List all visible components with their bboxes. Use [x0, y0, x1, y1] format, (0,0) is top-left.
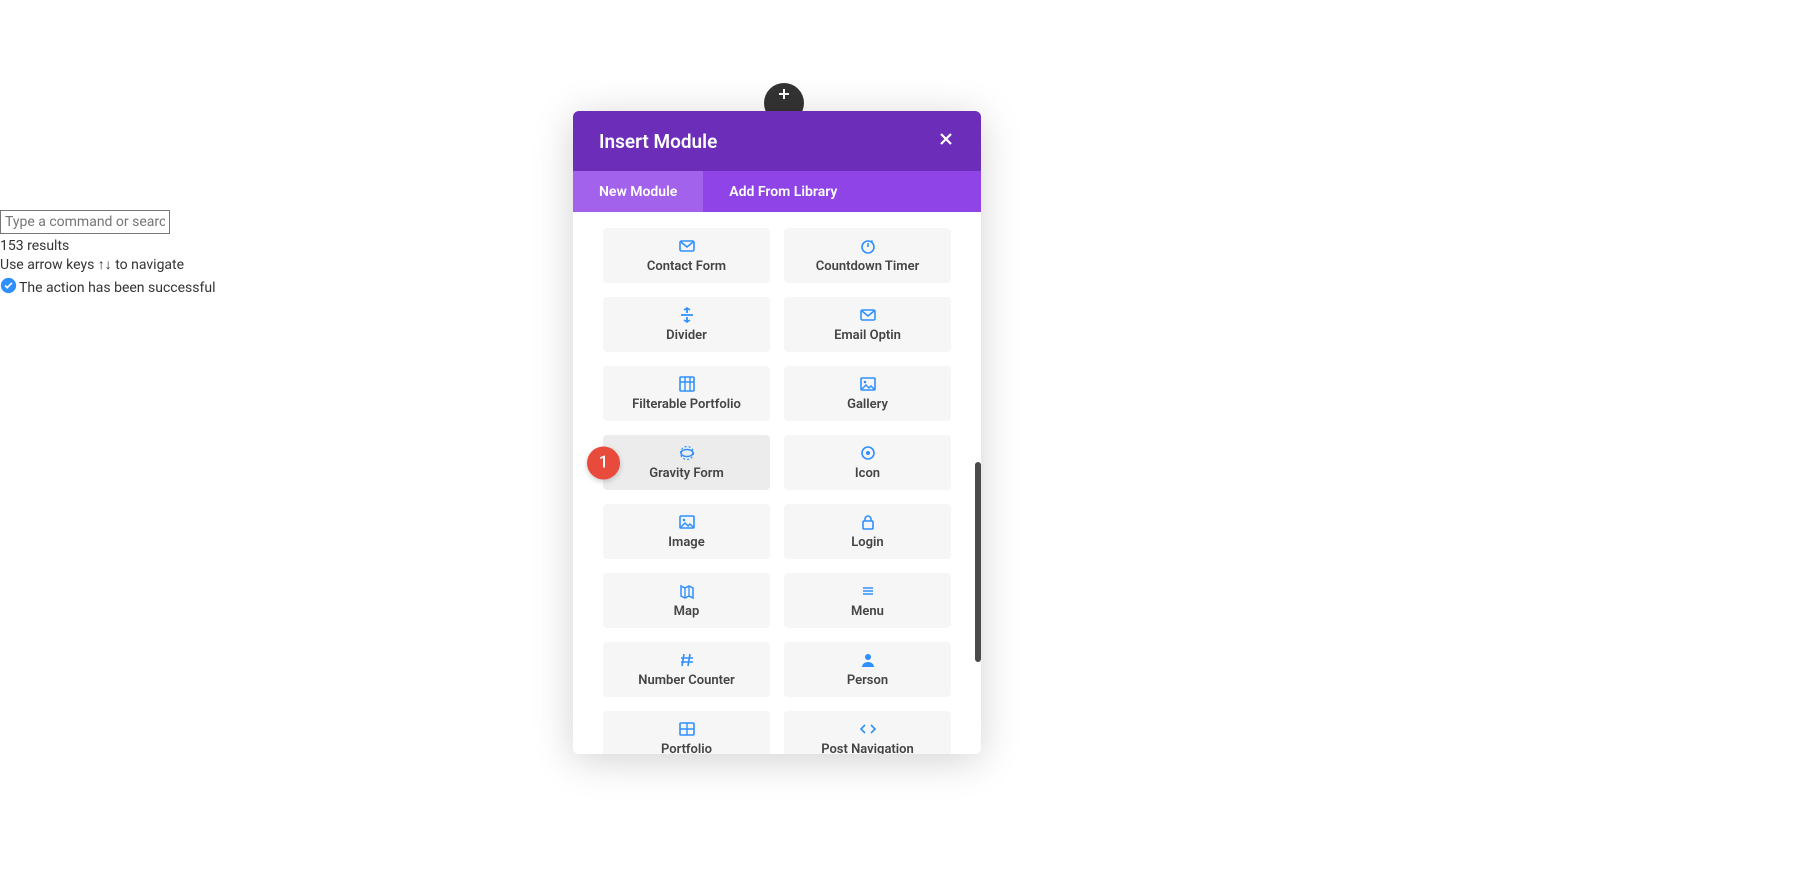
close-button[interactable]	[937, 130, 955, 152]
module-post-navigation[interactable]: Post Navigation	[784, 711, 951, 754]
module-label: Countdown Timer	[816, 259, 920, 274]
target-icon	[859, 444, 877, 462]
module-label: Gallery	[847, 397, 888, 412]
module-gravity-form[interactable]: Gravity Form1	[603, 435, 770, 490]
module-label: Icon	[855, 466, 880, 481]
module-map[interactable]: Map	[603, 573, 770, 628]
module-label: Filterable Portfolio	[632, 397, 741, 412]
tab-add-from-library[interactable]: Add From Library	[703, 171, 863, 212]
module-label: Image	[668, 535, 704, 550]
module-label: Post Navigation	[821, 742, 914, 754]
module-number-counter[interactable]: Number Counter	[603, 642, 770, 697]
modal-header: Insert Module	[573, 111, 981, 171]
module-label: Map	[674, 604, 700, 619]
code-icon	[859, 720, 877, 738]
module-list: Contact Form Countdown Timer Divider Email …	[573, 212, 981, 754]
status-message: The action has been successful	[0, 277, 215, 298]
command-palette: 153 results Use arrow keys ↑↓ to navigat…	[0, 210, 215, 298]
step-badge: 1	[587, 446, 620, 479]
module-contact-form[interactable]: Contact Form	[603, 228, 770, 283]
hash-icon	[678, 651, 696, 669]
modal-title: Insert Module	[599, 130, 717, 153]
command-input[interactable]	[0, 210, 170, 234]
module-label: Email Optin	[834, 328, 901, 343]
results-count: 153 results	[0, 238, 215, 254]
map-icon	[678, 582, 696, 600]
module-gallery[interactable]: Gallery	[784, 366, 951, 421]
module-divider[interactable]: Divider	[603, 297, 770, 352]
module-label: Divider	[666, 328, 707, 343]
tab-new-module[interactable]: New Module	[573, 171, 703, 212]
insert-module-modal: Insert Module New Module Add From Librar…	[573, 111, 981, 754]
module-image[interactable]: Image	[603, 504, 770, 559]
module-label: Number Counter	[638, 673, 734, 688]
mail-icon	[859, 306, 877, 324]
module-label: Gravity Form	[649, 466, 724, 481]
module-menu[interactable]: Menu	[784, 573, 951, 628]
mail-icon	[678, 237, 696, 255]
scrollbar-thumb[interactable]	[975, 462, 981, 662]
menu-icon	[859, 582, 877, 600]
module-label: Person	[847, 673, 888, 688]
lock-icon	[859, 513, 877, 531]
image-icon	[678, 513, 696, 531]
module-portfolio[interactable]: Portfolio	[603, 711, 770, 754]
image-icon	[859, 375, 877, 393]
module-label: Contact Form	[647, 259, 726, 274]
close-icon	[937, 130, 955, 152]
module-icon[interactable]: Icon	[784, 435, 951, 490]
status-text: The action has been successful	[19, 280, 215, 296]
nav-hint: Use arrow keys ↑↓ to navigate	[0, 256, 215, 273]
cells-icon	[678, 720, 696, 738]
module-email-optin[interactable]: Email Optin	[784, 297, 951, 352]
timer-icon	[859, 237, 877, 255]
check-circle-icon	[0, 277, 17, 298]
grid-icon	[678, 375, 696, 393]
module-person[interactable]: Person	[784, 642, 951, 697]
module-countdown-timer[interactable]: Countdown Timer	[784, 228, 951, 283]
module-label: Login	[851, 535, 883, 550]
module-login[interactable]: Login	[784, 504, 951, 559]
module-filterable-portfolio[interactable]: Filterable Portfolio	[603, 366, 770, 421]
module-label: Menu	[851, 604, 884, 619]
module-label: Portfolio	[661, 742, 712, 754]
person-icon	[859, 651, 877, 669]
gravity-icon	[678, 444, 696, 462]
divider-icon	[678, 306, 696, 324]
modal-tabs: New Module Add From Library	[573, 171, 981, 212]
